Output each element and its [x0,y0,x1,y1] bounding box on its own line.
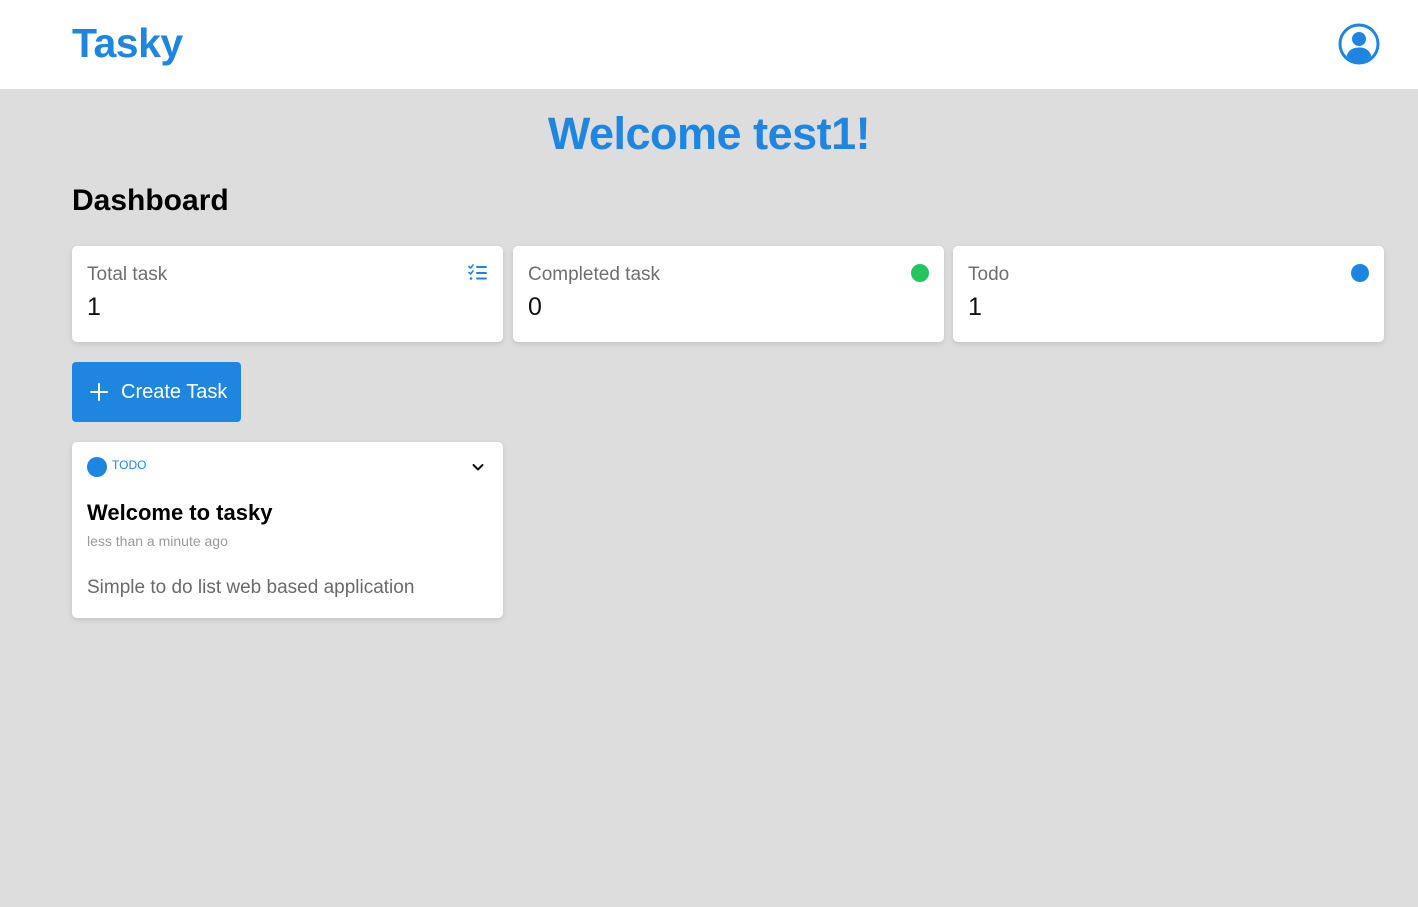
stat-label: Completed task [528,264,661,285]
create-task-button[interactable]: Create Task [72,362,241,422]
stat-label: Total task [87,264,168,285]
stat-card-completed: Completed task 0 [513,246,944,342]
stat-value: 0 [528,293,542,321]
plus-icon [90,383,108,401]
status-dot-icon [87,457,107,477]
stat-value: 1 [968,293,982,321]
task-status-text: TODO [112,458,147,472]
stat-value: 1 [87,293,101,321]
task-title: Welcome to tasky [87,500,273,525]
top-navbar: Tasky [0,0,1418,89]
chevron-down-icon[interactable] [471,460,485,474]
task-timestamp: less than a minute ago [87,533,228,549]
dashboard-title: Dashboard [72,184,229,217]
welcome-heading: Welcome test1! [547,108,871,159]
task-status-badge: TODO [87,457,146,477]
user-circle-icon[interactable] [1338,23,1380,65]
create-task-label: Create Task [121,380,228,403]
completed-dot-icon [911,264,929,282]
stat-label: Todo [968,264,1010,285]
task-description: Simple to do list web based application [87,577,415,598]
stat-card-total: Total task 1 [72,246,503,342]
todo-dot-icon [1351,264,1369,282]
app-logo[interactable]: Tasky [72,20,183,67]
stat-card-todo: Todo 1 [953,246,1384,342]
task-card: TODO Welcome to tasky less than a minute… [72,442,503,618]
checklist-icon [468,264,487,280]
